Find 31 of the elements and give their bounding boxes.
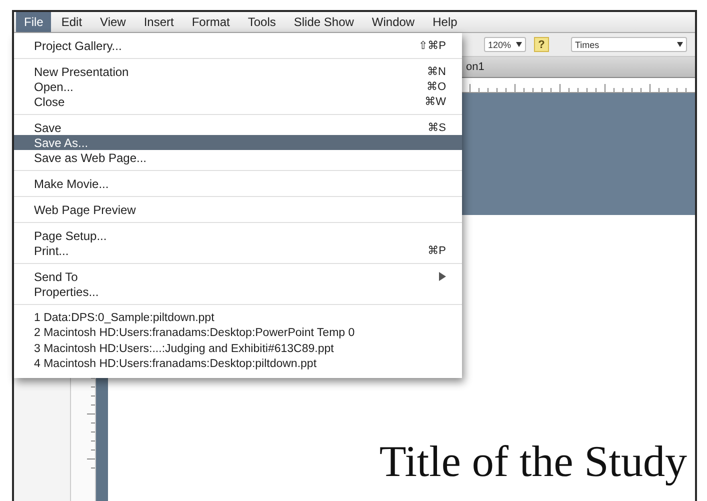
menu-item[interactable]: Properties... xyxy=(14,284,462,299)
zoom-dropdown[interactable]: 120% xyxy=(484,37,526,52)
menu-bar-item[interactable]: View xyxy=(92,12,134,32)
menu-bar-item[interactable]: Edit xyxy=(53,12,90,32)
menu-item[interactable]: Save as Web Page... xyxy=(14,150,462,165)
menu-bar-item[interactable]: Window xyxy=(364,12,423,32)
menu-item[interactable]: Save As... xyxy=(14,135,462,150)
menu-item[interactable]: Save ⌘S xyxy=(14,120,462,135)
menu-item[interactable]: Print... ⌘P xyxy=(14,243,462,258)
dropdown-arrow-icon xyxy=(516,42,522,47)
menu-item[interactable]: 3 Macintosh HD:Users:...:Judging and Exhibiti#613C89.ppt xyxy=(14,341,462,356)
menu-item[interactable]: 4 Macintosh HD:Users:franadams:Desktop:piltdown.ppt xyxy=(14,356,462,372)
menu-bar-item[interactable]: Format xyxy=(184,12,238,32)
dropdown-arrow-icon xyxy=(677,42,683,47)
menu-bar-item[interactable]: Slide Show xyxy=(286,12,362,32)
menu-item[interactable]: Web Page Preview xyxy=(14,202,462,217)
menu-item[interactable]: Make Movie... xyxy=(14,176,462,191)
menu-item[interactable]: Close ⌘W xyxy=(14,94,462,109)
menu-item[interactable]: Send To xyxy=(14,269,462,284)
menu-bar-item[interactable]: File xyxy=(16,12,52,32)
menu-bar-item[interactable]: Insert xyxy=(136,12,182,32)
slide-title: Title of the Study xyxy=(379,436,687,487)
menu-item[interactable]: Page Setup... xyxy=(14,228,462,243)
menu-item[interactable]: Project Gallery... ⇧⌘P xyxy=(14,38,462,53)
menu-item[interactable]: 1 Data:DPS:0_Sample:piltdown.ppt xyxy=(14,310,462,326)
menu-bar-item[interactable]: Tools xyxy=(240,12,284,32)
menu-item[interactable]: 2 Macintosh HD:Users:franadams:Desktop:PowerPoint Temp 0 xyxy=(14,326,462,341)
menu-bar-item[interactable]: Help xyxy=(424,12,466,32)
menu-item[interactable]: New Presentation ⌘N xyxy=(14,64,462,79)
help-button[interactable]: ? xyxy=(534,37,549,52)
font-dropdown[interactable]: Times xyxy=(571,37,687,52)
